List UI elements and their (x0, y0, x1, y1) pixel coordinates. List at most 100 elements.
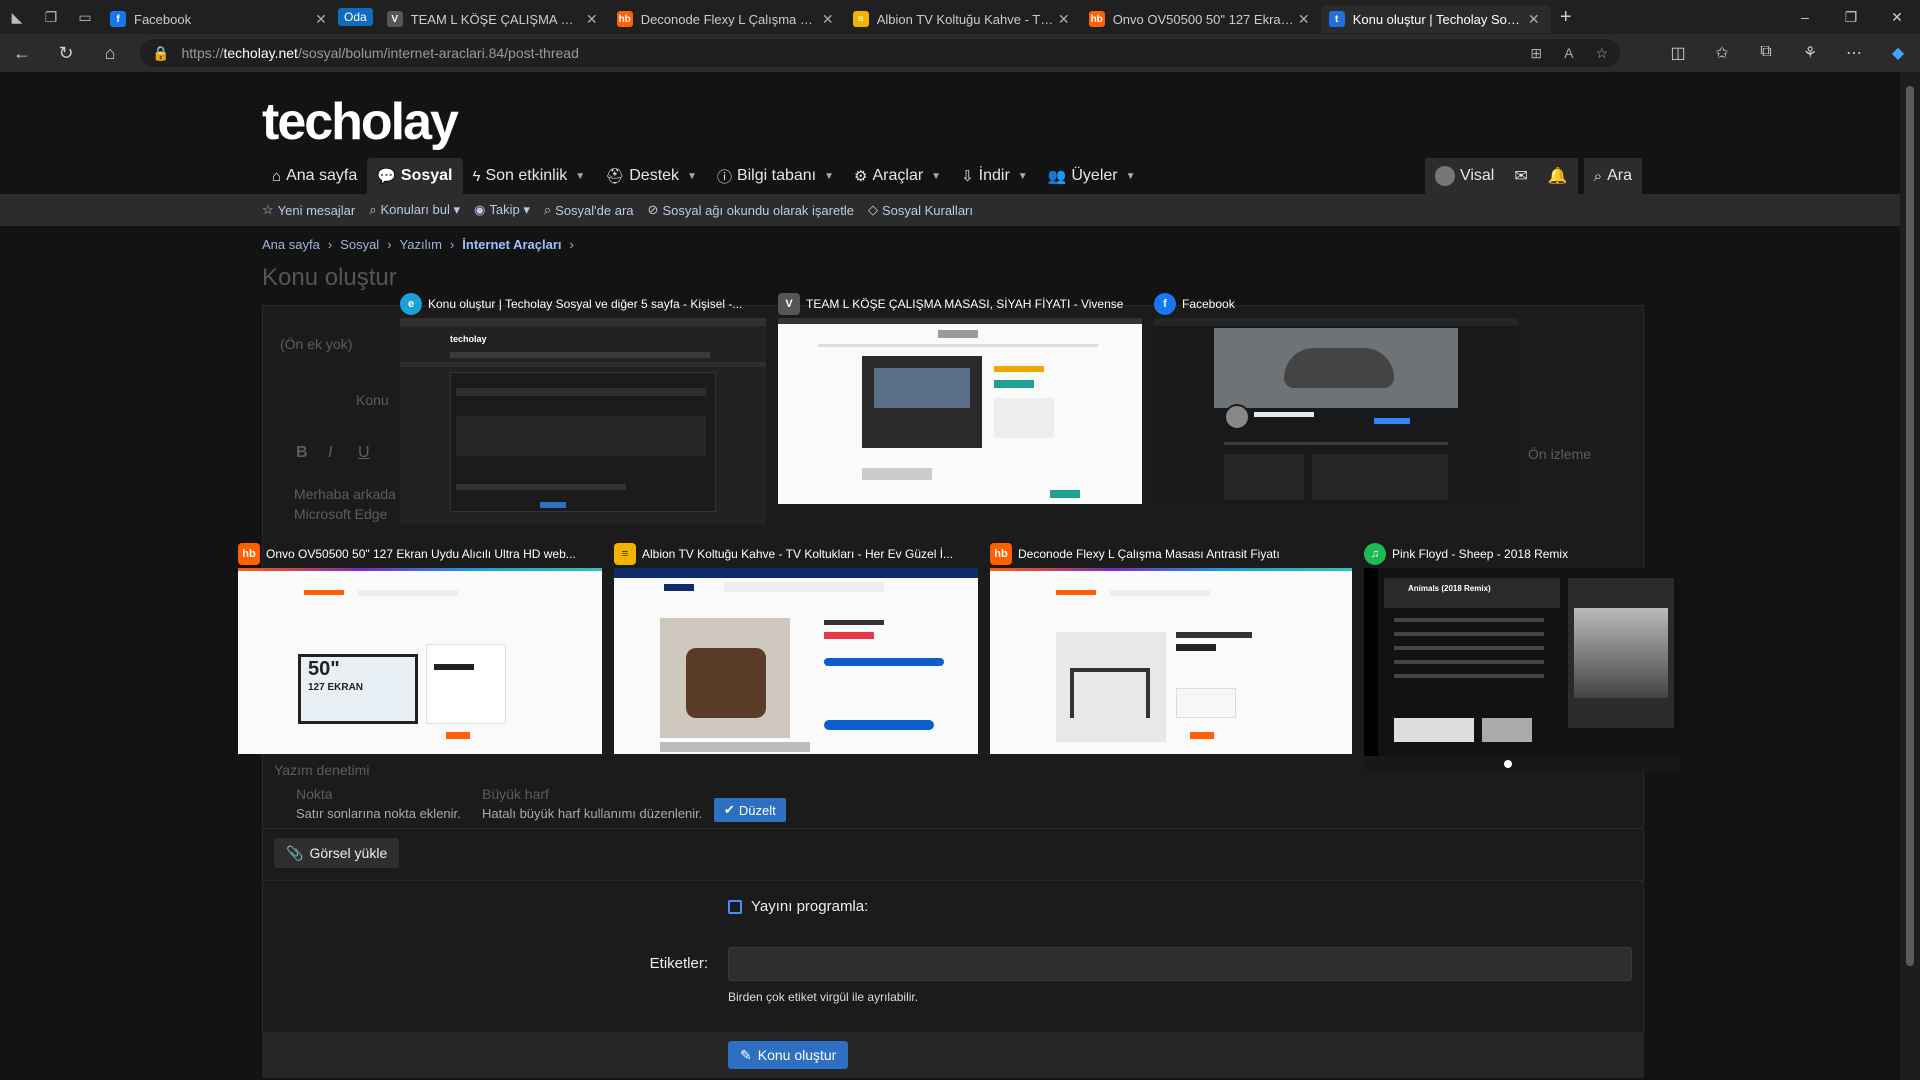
envelope-icon: ✉ (1514, 168, 1528, 185)
upload-row (262, 828, 1644, 880)
subnav-find-threads[interactable]: ⌕ Konuları bul ▾ (369, 202, 460, 218)
mark-read-icon: ⊘ (647, 202, 659, 217)
hepsiburada-icon: hb (616, 11, 633, 27)
tab-albion[interactable]: ≡ Albion TV Koltuğu Kahve - TV Ko ✕ (845, 5, 1081, 33)
duzelt-button[interactable]: ✔ Düzelt (714, 798, 786, 822)
inbox-button[interactable]: ✉ (1504, 158, 1538, 194)
chevron-right-icon: › (387, 237, 392, 252)
chevron-down-icon[interactable]: ▼ (824, 171, 834, 182)
tab-group-label[interactable]: Oda (338, 8, 373, 26)
tab-techolay[interactable]: t Konu oluştur | Techolay Sosyal ✕ (1320, 5, 1551, 33)
new-tab-icon[interactable]: + (1551, 6, 1581, 29)
copilot-icon[interactable]: ◆ (1876, 43, 1920, 63)
switcher-card[interactable]: hb Onvo OV50500 50" 127 Ekran Uydu Alıcıl… (238, 540, 602, 754)
nav-label: Araçlar (872, 167, 924, 184)
switcher-card[interactable]: ≡ Albion TV Koltuğu Kahve - TV Koltukları… (614, 540, 978, 754)
nav-label: Ana sayfa (286, 167, 358, 184)
window-switcher: e Konu oluştur | Techolay Sosyal ve diğer… (0, 290, 1900, 790)
user-account[interactable]: Visal (1424, 158, 1505, 194)
chevron-down-icon[interactable]: ▼ (575, 171, 585, 182)
breadcrumb-item[interactable]: Ana sayfa (262, 237, 320, 252)
nav-social[interactable]: 💬 Sosyal (367, 158, 463, 194)
chevron-down-icon[interactable]: ▼ (687, 171, 697, 182)
upload-image-button[interactable]: 📎 Görsel yükle (274, 838, 400, 868)
switcher-card[interactable]: hb Deconode Flexy L Çalışma Masası Antras… (990, 540, 1352, 754)
subnav-watched[interactable]: ◉ Takip ▾ (474, 202, 530, 218)
breadcrumb-item[interactable]: Yazılım (400, 237, 442, 252)
tab-vivense[interactable]: V TEAM L KÖŞE ÇALIŞMA MASASI, ✕ (379, 5, 609, 33)
switcher-card[interactable]: V TEAM L KÖŞE ÇALIŞMA MASASI, SİYAH FİYAT… (778, 290, 1142, 504)
chevron-down-icon[interactable]: ▼ (1126, 171, 1136, 182)
nav-label: Sosyal (400, 167, 453, 184)
lock-icon[interactable]: 🔒 (152, 45, 169, 62)
nav-home[interactable]: ⌂ Ana sayfa (262, 158, 367, 194)
close-window-icon[interactable]: ✕ (1874, 0, 1920, 34)
user-name: Visal (1459, 167, 1495, 184)
istikbal-icon: ≡ (614, 543, 636, 565)
favorite-star-icon[interactable]: ☆ (1595, 45, 1608, 62)
address-field[interactable]: 🔒 https://techolay.net/sosyal/bolum/inte… (140, 39, 1620, 67)
breadcrumb-item[interactable]: Sosyal (340, 237, 379, 252)
extensions-icon[interactable]: ⚘ (1788, 43, 1832, 63)
tab-deconode[interactable]: hb Deconode Flexy L Çalışma Masası ✕ (609, 5, 845, 33)
tags-label: Etiketler: (649, 955, 708, 972)
subnav-rules[interactable]: ◇ Sosyal Kuralları (868, 202, 973, 218)
nav-knowledge[interactable]: ⓘ Bilgi tabanı ▼ (707, 158, 844, 194)
site-logo[interactable]: techolay (262, 92, 459, 152)
nav-tools[interactable]: ⚙ Araçlar ▼ (844, 158, 951, 194)
tags-input[interactable] (728, 947, 1632, 981)
back-icon[interactable]: ← (0, 34, 44, 72)
subnav-mark-read[interactable]: ⊘ Sosyal ağı okundu olarak işaretle (648, 202, 854, 218)
subnav-search-social[interactable]: ⌕ Sosyal'de ara (544, 202, 634, 218)
close-tab-icon[interactable]: ✕ (1295, 11, 1313, 28)
close-tab-icon[interactable]: ✕ (583, 11, 601, 28)
split-screen-icon[interactable]: ◫ (1656, 43, 1700, 63)
minimize-icon[interactable]: – (1782, 0, 1828, 34)
read-aloud-icon[interactable]: A (1564, 45, 1573, 62)
tab-title: TEAM L KÖŞE ÇALIŞMA MASASI, (410, 11, 583, 27)
duzelt-label: Düzelt (738, 802, 776, 818)
scrollbar-thumb[interactable] (1906, 86, 1914, 966)
switcher-card[interactable]: e Konu oluştur | Techolay Sosyal ve diğer… (400, 290, 766, 524)
scrollbar[interactable] (1900, 72, 1920, 1080)
schedule-checkbox[interactable] (728, 900, 742, 914)
vivense-icon: V (386, 11, 403, 27)
close-tab-icon[interactable]: ✕ (819, 11, 837, 28)
star-icon: ☆ (262, 202, 274, 217)
tab-onvo[interactable]: hb Onvo OV50500 50" 127 Ekran Uy ✕ (1081, 5, 1321, 33)
nav-support[interactable]: ⛑ Destek ▼ (595, 158, 707, 194)
tab-facebook[interactable]: f Facebook ✕ (102, 5, 338, 33)
nav-latest[interactable]: ϟ Son etkinlik ▼ (463, 158, 596, 194)
close-tab-icon[interactable]: ✕ (1055, 11, 1073, 28)
thumb-tv-label: 127 EKRAN (308, 682, 364, 693)
chevron-right-icon: › (327, 237, 333, 252)
nav-download[interactable]: ⇩ İndir ▼ (951, 158, 1038, 194)
chevron-down-icon[interactable]: ▼ (931, 171, 941, 182)
app-available-icon[interactable]: ⊞ (1530, 45, 1542, 62)
subnav-new-posts[interactable]: ☆ Yeni mesajlar (262, 202, 355, 218)
alerts-button[interactable]: 🔔 (1537, 158, 1578, 194)
collections-tabs-icon[interactable]: ❐ (34, 0, 68, 34)
collections-icon[interactable]: ⧉ (1744, 43, 1788, 63)
home-icon[interactable]: ⌂ (88, 34, 132, 72)
avatar (1434, 166, 1455, 186)
switcher-card[interactable]: f Facebook (1154, 290, 1518, 504)
restore-icon[interactable]: ❐ (1828, 0, 1874, 34)
more-menu-icon[interactable]: ⋯ (1832, 43, 1876, 63)
nav-members[interactable]: 👥 Üyeler ▼ (1038, 158, 1146, 194)
search-button[interactable]: ⌕ Ara (1583, 158, 1642, 194)
favorites-icon[interactable]: ✩ (1700, 43, 1744, 63)
close-tab-icon[interactable]: ✕ (312, 11, 330, 28)
breadcrumb-item[interactable]: İnternet Araçları (462, 237, 561, 252)
close-tab-icon[interactable]: ✕ (1525, 11, 1543, 28)
search-icon: ⌕ (369, 202, 377, 217)
switcher-card[interactable]: ♫ Pink Floyd - Sheep - 2018 Remix Animals… (1364, 540, 1680, 772)
chevron-down-icon[interactable]: ▼ (1018, 171, 1028, 182)
create-thread-button[interactable]: ✎ Konu oluştur (728, 1041, 849, 1069)
sub-nav: ☆ Yeni mesajlar ⌕ Konuları bul ▾ ◉ Takip ▾ … (0, 194, 1900, 226)
window-thumbnail: techolay (400, 318, 766, 524)
subnav-label: Sosyal Kuralları (881, 202, 973, 218)
refresh-icon[interactable]: ↻ (44, 34, 88, 72)
tab-actions-icon[interactable]: ▭ (68, 0, 102, 34)
workspaces-icon[interactable]: ◣ (0, 0, 34, 34)
